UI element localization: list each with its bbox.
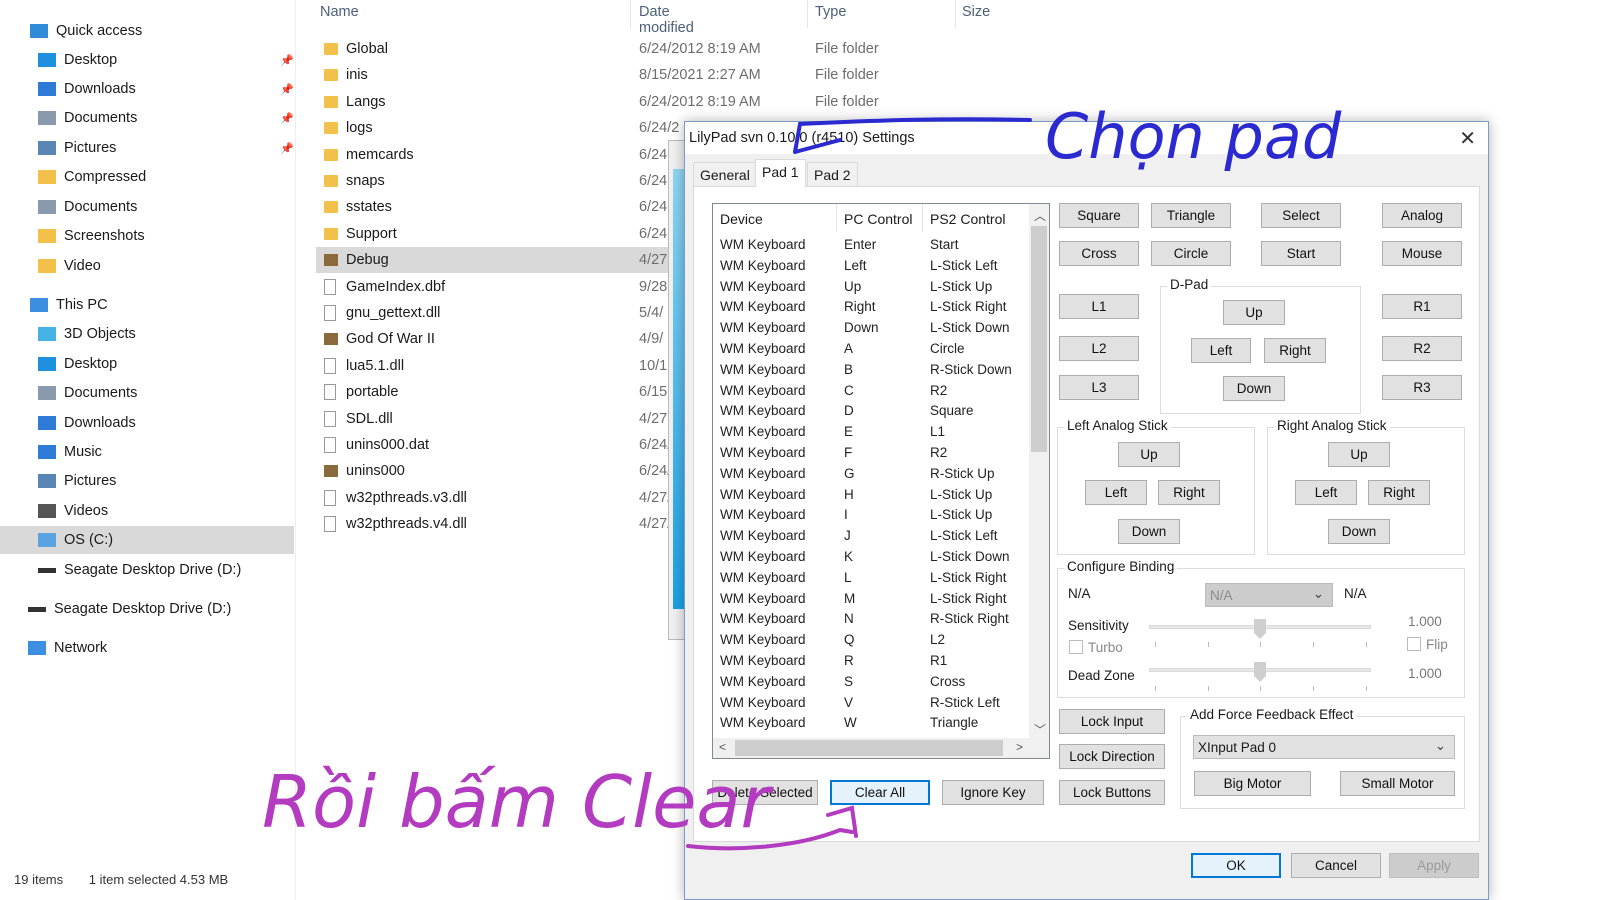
blue-arrow xyxy=(793,117,1032,154)
annotation-arrows xyxy=(686,117,1032,851)
annotation-choose-pad: Chọn pad xyxy=(1045,100,1342,173)
tab-pad-1[interactable]: Pad 1 xyxy=(755,159,806,187)
annotation-then-click-clear: Rồi bấm Clear xyxy=(262,760,771,844)
